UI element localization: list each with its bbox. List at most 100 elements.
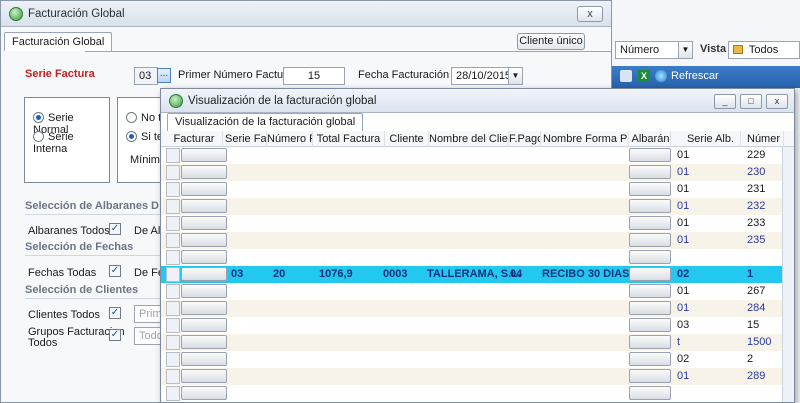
col-numero-f[interactable]: Número F <box>267 131 313 147</box>
facturar-button[interactable] <box>181 233 227 247</box>
facturar-button[interactable] <box>181 318 227 332</box>
minimize-button[interactable]: _ <box>714 94 736 109</box>
serie-lookup-button[interactable]: ... <box>157 68 171 83</box>
col-serie-alb[interactable]: Serie Alb. <box>681 131 741 147</box>
facturar-button[interactable] <box>181 216 227 230</box>
albaran-button[interactable] <box>629 250 671 264</box>
table-row[interactable]: 01 232 <box>161 198 794 215</box>
fechas-todas-checkbox[interactable]: ✓ <box>109 265 121 277</box>
clientes-todos-checkbox[interactable]: ✓ <box>109 307 121 319</box>
cell-numero-alb: 233 <box>747 217 766 229</box>
albaran-button[interactable] <box>629 318 671 332</box>
albaran-button[interactable] <box>629 148 671 162</box>
facturar-button[interactable] <box>181 284 227 298</box>
col-fpago[interactable]: F.Pago <box>509 131 541 147</box>
close-button[interactable]: x <box>766 94 788 109</box>
table-row[interactable]: 03 20 1076,9 0003 TALLERAMA, S.L. 04 RECIBO 30… <box>161 266 794 283</box>
albaran-button[interactable] <box>629 199 671 213</box>
row-header-cell[interactable] <box>166 182 180 197</box>
tab-visualizacion[interactable]: Visualización de la facturación global <box>167 113 364 131</box>
albaran-button[interactable] <box>629 386 671 400</box>
refrescar-button[interactable]: Refrescar <box>671 70 719 82</box>
facturar-button[interactable] <box>181 250 227 264</box>
table-row[interactable]: 01 230 <box>161 164 794 181</box>
facturar-button[interactable] <box>181 182 227 196</box>
fechas-todas-label: Fechas Todas <box>28 267 97 279</box>
albaran-button[interactable] <box>629 284 671 298</box>
table-row[interactable]: t 1500 <box>161 334 794 351</box>
maximize-button[interactable]: □ <box>740 94 762 109</box>
row-header-cell[interactable] <box>166 148 180 163</box>
col-total-factura[interactable]: Total Factura <box>313 131 385 147</box>
table-row[interactable]: 03 15 <box>161 317 794 334</box>
radio-serie-interna[interactable]: Serie Interna <box>33 131 109 155</box>
albaran-button[interactable] <box>629 335 671 349</box>
serie-factura-field[interactable]: 03 <box>134 67 158 85</box>
col-albaran[interactable]: Albarán <box>631 131 671 147</box>
albaran-button[interactable] <box>629 216 671 230</box>
albaran-button[interactable] <box>629 301 671 315</box>
excel-icon[interactable]: X <box>638 70 650 82</box>
refresh-icon[interactable] <box>655 70 667 82</box>
users-icon[interactable] <box>620 70 632 82</box>
radio-si-t[interactable]: Si te <box>126 131 163 143</box>
row-header-cell[interactable] <box>166 284 180 299</box>
albaran-button[interactable] <box>629 369 671 383</box>
row-header-cell[interactable] <box>166 335 180 350</box>
vertical-scrollbar[interactable] <box>782 147 794 402</box>
row-header-cell[interactable] <box>166 369 180 384</box>
albaran-button[interactable] <box>629 352 671 366</box>
albaran-button[interactable] <box>629 182 671 196</box>
grupos-todos-checkbox[interactable]: ✓ <box>109 329 121 341</box>
chevron-down-icon[interactable]: ▼ <box>508 68 522 84</box>
table-row[interactable]: 01 231 <box>161 181 794 198</box>
fecha-facturacion-picker[interactable]: 28/10/2015 ▼ <box>451 67 523 85</box>
facturar-button[interactable] <box>181 199 227 213</box>
table-row[interactable]: 02 2 <box>161 351 794 368</box>
col-numero[interactable]: Númer <box>747 131 784 147</box>
row-header-cell[interactable] <box>166 250 180 265</box>
facturar-button[interactable] <box>181 369 227 383</box>
col-nombre-cliente[interactable]: Nombre del Cliente <box>429 131 509 147</box>
table-row[interactable]: 01 235 <box>161 232 794 249</box>
col-nombre-forma-pago[interactable]: Nombre Forma Pago <box>543 131 629 147</box>
facturar-button[interactable] <box>181 267 227 281</box>
col-serie-fac[interactable]: Serie Fac <box>225 131 267 147</box>
row-header-cell[interactable] <box>166 352 180 367</box>
table-row[interactable]: 01 289 <box>161 368 794 385</box>
row-header-cell[interactable] <box>166 318 180 333</box>
albaran-button[interactable] <box>629 233 671 247</box>
facturar-button[interactable] <box>181 165 227 179</box>
facturar-button[interactable] <box>181 301 227 315</box>
row-header-cell[interactable] <box>166 199 180 214</box>
albaranes-todos-checkbox[interactable]: ✓ <box>109 223 121 235</box>
cliente-unico-button[interactable]: Cliente único <box>517 33 585 50</box>
table-row[interactable]: 01 233 <box>161 215 794 232</box>
sort-combo[interactable]: Número ▼ <box>615 41 693 59</box>
facturar-button[interactable] <box>181 148 227 162</box>
table-row[interactable]: 01 284 <box>161 300 794 317</box>
row-header-cell[interactable] <box>166 386 180 401</box>
vista-combo[interactable]: Todos <box>728 41 800 59</box>
facturar-button[interactable] <box>181 335 227 349</box>
row-header-cell[interactable] <box>166 165 180 180</box>
table-row[interactable] <box>161 385 794 402</box>
facturar-button[interactable] <box>181 386 227 400</box>
chevron-down-icon[interactable]: ▼ <box>678 42 692 58</box>
col-facturar[interactable]: Facturar <box>166 131 223 147</box>
row-header-cell[interactable] <box>166 216 180 231</box>
table-row[interactable] <box>161 249 794 266</box>
primer-numero-field[interactable]: 15 <box>283 67 345 85</box>
radio-no-t[interactable]: No t <box>126 112 161 124</box>
col-cliente[interactable]: Cliente <box>385 131 429 147</box>
albaran-button[interactable] <box>629 267 671 281</box>
row-header-cell[interactable] <box>166 267 180 282</box>
row-header-cell[interactable] <box>166 301 180 316</box>
tab-facturacion-global[interactable]: Facturación Global <box>4 32 113 51</box>
main-close-button[interactable]: x <box>577 6 603 22</box>
row-header-cell[interactable] <box>166 233 180 248</box>
table-row[interactable]: 01 267 <box>161 283 794 300</box>
table-row[interactable]: 01 229 <box>161 147 794 164</box>
albaran-button[interactable] <box>629 165 671 179</box>
facturar-button[interactable] <box>181 352 227 366</box>
